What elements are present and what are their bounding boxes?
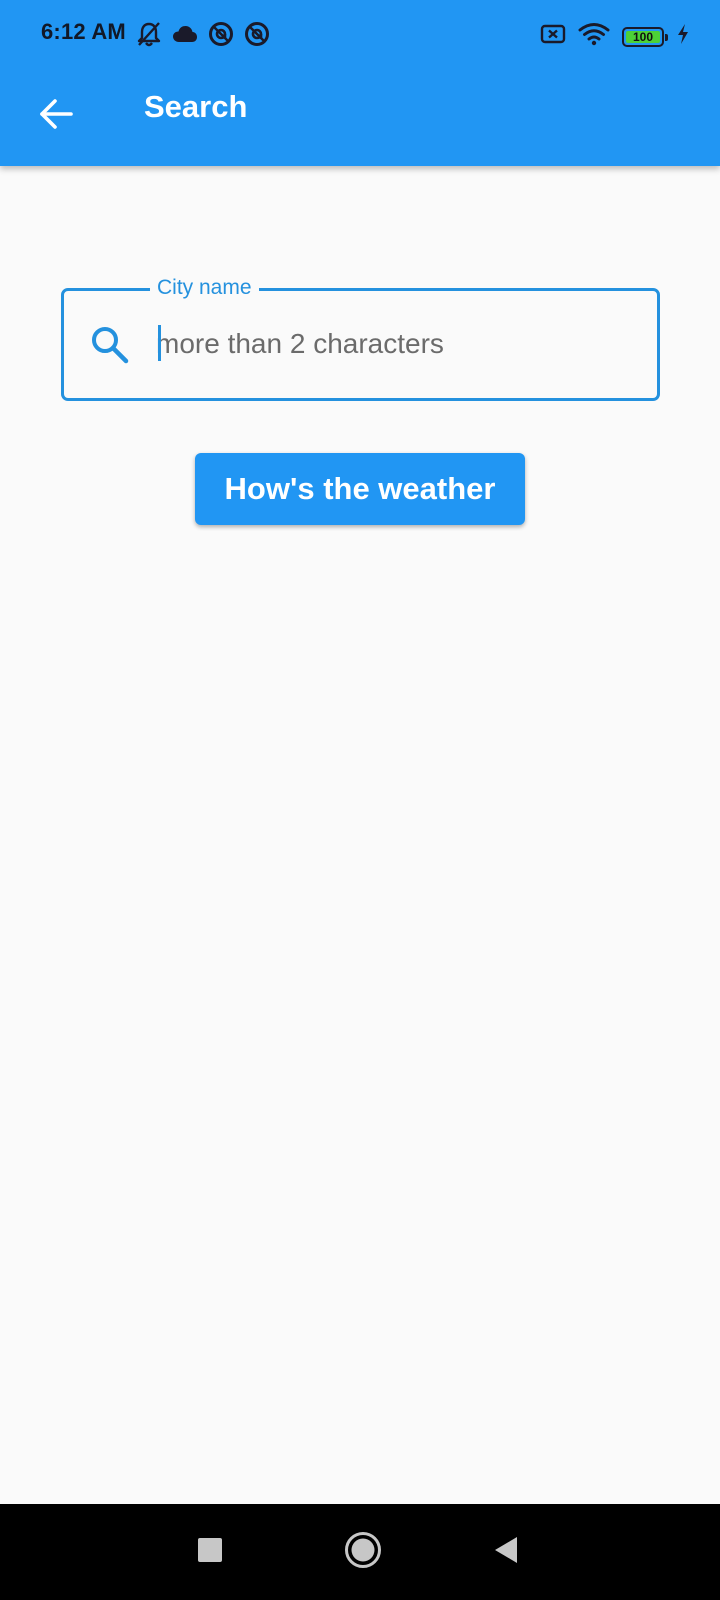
status-time: 6:12 AM	[41, 19, 126, 44]
system-back-button[interactable]	[482, 1528, 530, 1576]
vpn-icon	[244, 21, 270, 52]
home-circle-icon	[344, 1531, 382, 1574]
toolbar: Search	[0, 70, 720, 166]
no-sim-icon	[540, 23, 566, 50]
back-button[interactable]	[24, 84, 88, 148]
hows-the-weather-button[interactable]: How's the weather	[195, 453, 525, 525]
status-icons-left	[136, 20, 270, 53]
status-icons-right: 100	[540, 22, 690, 51]
app-bar: 6:12 AM 100 Search	[0, 0, 720, 166]
home-button[interactable]	[335, 1524, 391, 1580]
notifications-off-icon	[136, 20, 162, 53]
cloud-icon	[172, 24, 198, 49]
text-cursor	[158, 325, 161, 361]
status-bar: 6:12 AM 100	[0, 0, 720, 70]
battery-level: 100	[626, 30, 660, 43]
charging-icon	[676, 23, 690, 50]
city-name-field[interactable]: City name	[61, 274, 660, 401]
wifi-icon	[578, 22, 610, 51]
search-icon	[90, 325, 130, 365]
battery-icon: 100	[622, 26, 668, 47]
back-triangle-icon	[493, 1536, 519, 1569]
city-name-label: City name	[150, 274, 259, 302]
city-name-input[interactable]	[156, 313, 636, 375]
recents-square-icon	[197, 1537, 223, 1568]
arrow-back-icon	[38, 98, 74, 135]
system-nav-bar	[0, 1504, 720, 1600]
page-title: Search	[144, 89, 248, 124]
recents-button[interactable]	[186, 1528, 234, 1576]
vpn-icon	[208, 21, 234, 52]
